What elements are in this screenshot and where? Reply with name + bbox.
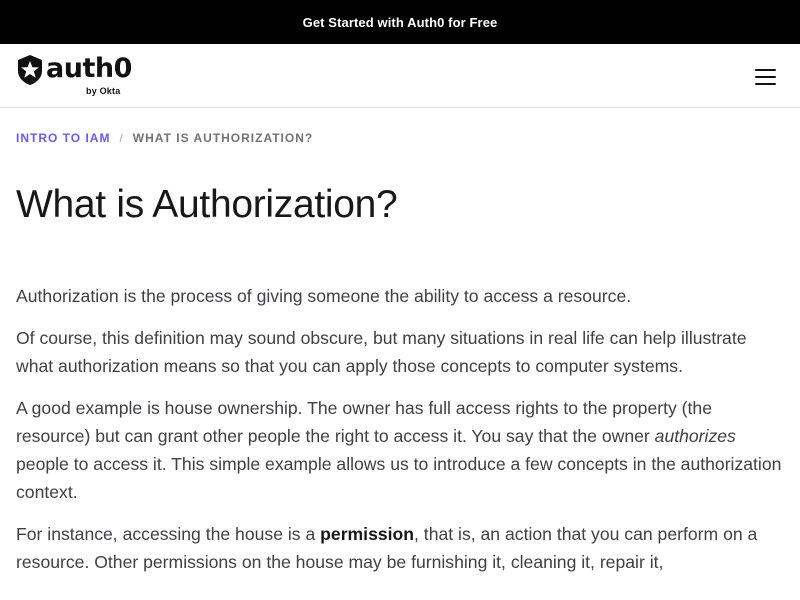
menu-line <box>755 69 776 71</box>
breadcrumb-current: WHAT IS AUTHORIZATION? <box>132 131 314 145</box>
paragraph-text: For instance, accessing the house is a <box>16 524 321 544</box>
article-paragraph-2: Of course, this definition may sound obs… <box>16 328 747 376</box>
breadcrumb-separator: / <box>119 131 124 145</box>
breadcrumb: INTRO TO IAM / WHAT IS AUTHORIZATION? <box>16 131 313 145</box>
breadcrumb-intro-to-iam[interactable]: INTRO TO IAM <box>16 131 110 145</box>
menu-line <box>755 83 776 85</box>
auth0-shield-icon <box>18 55 42 85</box>
paragraph-text: people to access it. This simple example… <box>16 454 782 502</box>
promo-banner-text[interactable]: Get Started with Auth0 for Free <box>303 15 498 30</box>
article-body: Authorization is the process of giving s… <box>16 282 788 590</box>
brand-name: auth0 <box>46 53 132 84</box>
hamburger-menu-icon[interactable] <box>755 68 777 86</box>
article-paragraph-4: For instance, accessing the house is a p… <box>16 520 788 576</box>
article-paragraph-3: A good example is house ownership. The o… <box>16 394 788 506</box>
promo-banner[interactable]: Get Started with Auth0 for Free <box>0 0 800 44</box>
brand-subtitle: by Okta <box>86 86 121 96</box>
strong-permission: permission <box>320 524 415 544</box>
paragraph-text: A good example is house ownership. The o… <box>16 398 712 446</box>
article-paragraph-1: Authorization is the process of giving s… <box>16 286 632 306</box>
top-navbar: auth0 by Okta <box>0 44 800 108</box>
emphasis-authorizes: authorizes <box>654 426 736 446</box>
auth0-logo[interactable]: auth0 by Okta <box>16 53 136 98</box>
menu-line <box>755 76 776 78</box>
page-title: What is Authorization? <box>16 183 398 226</box>
